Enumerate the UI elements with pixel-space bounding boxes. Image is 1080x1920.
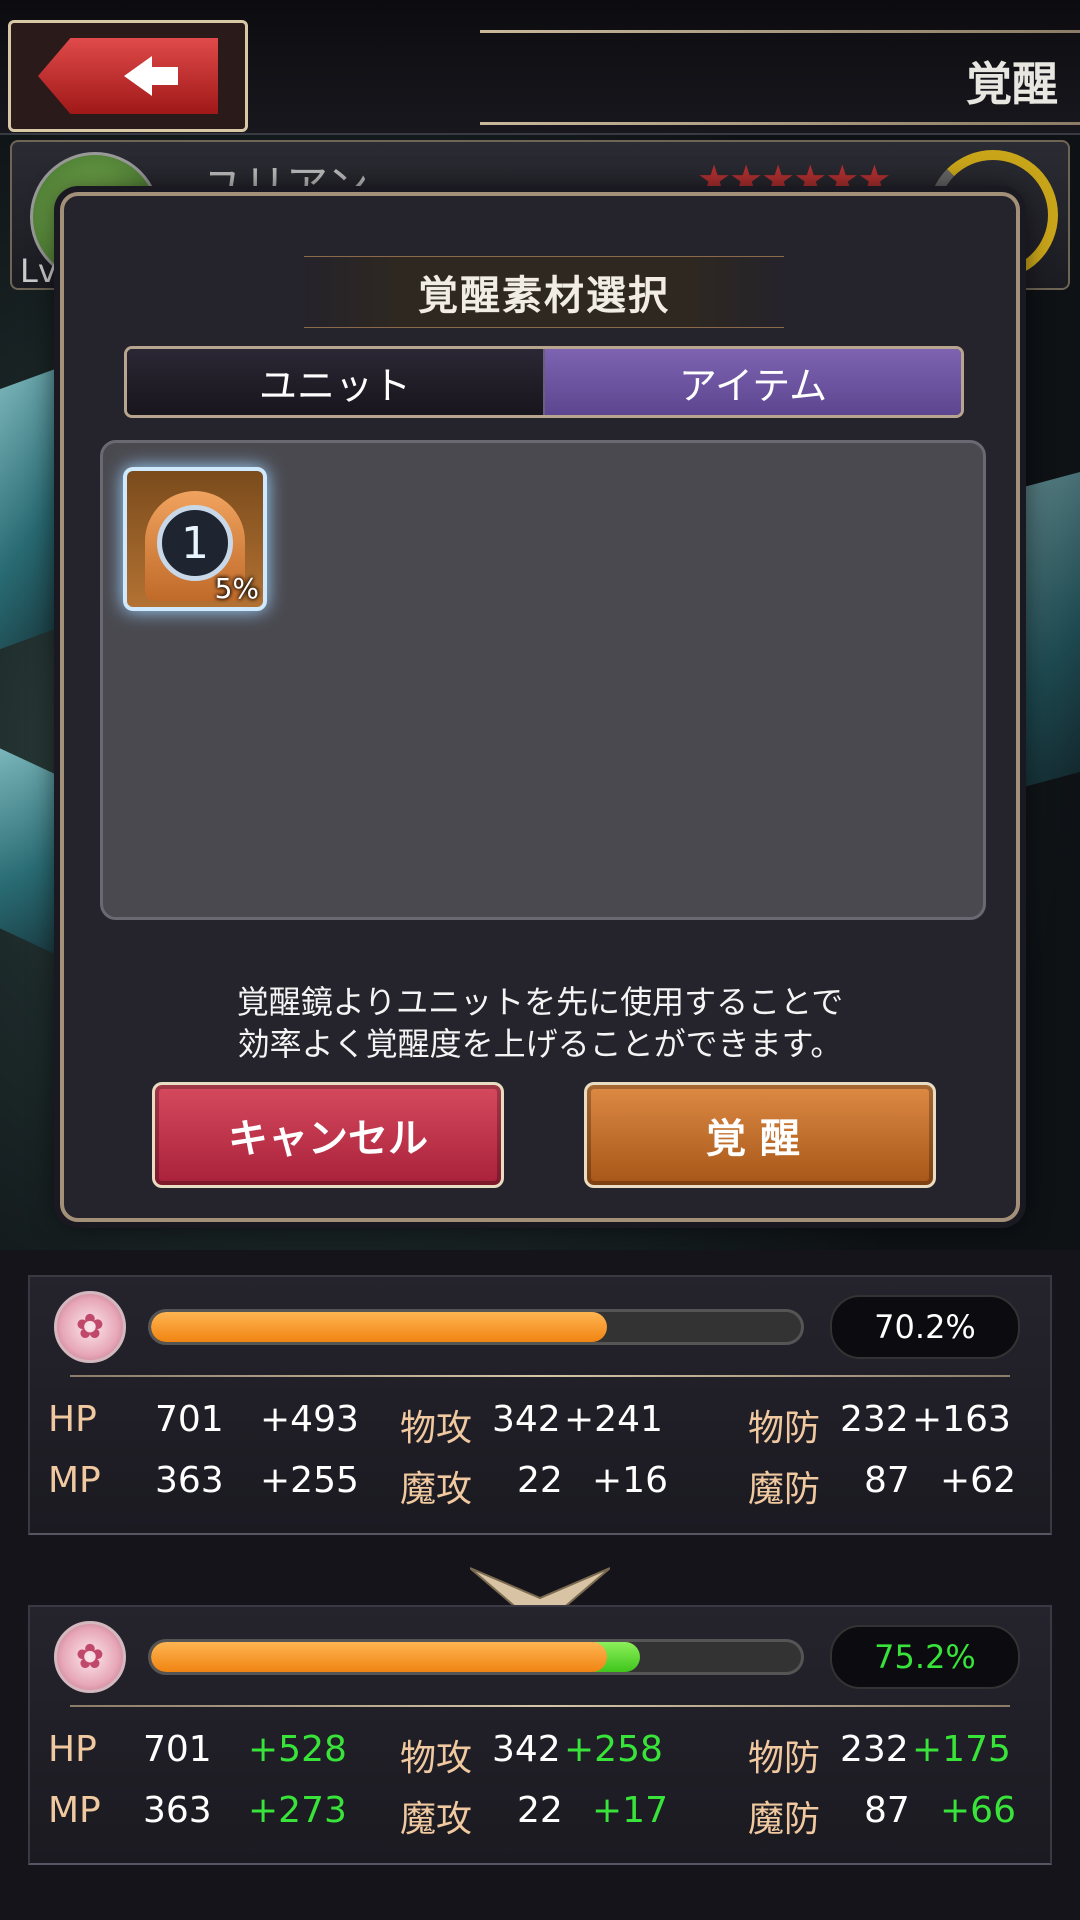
tab-unit[interactable]: ユニット bbox=[127, 349, 545, 415]
stat-label-pdef: 物防 bbox=[748, 1738, 821, 1779]
back-button[interactable] bbox=[8, 20, 248, 132]
item-slot-awakening-mirror[interactable]: 1 5% bbox=[123, 467, 267, 611]
stat-bonus-mdef: +66 bbox=[940, 1790, 1016, 1831]
stat-value-pdef: 232 bbox=[840, 1399, 909, 1440]
stat-label-pdef: 物防 bbox=[748, 1408, 821, 1449]
stat-row-2: MP 363 +255 魔攻 22 +16 魔防 87 +62 bbox=[30, 1460, 1050, 1510]
sakura-emblem-icon: ✿ bbox=[54, 1291, 126, 1363]
stat-value-mdef: 87 bbox=[864, 1460, 910, 1501]
stat-value-hp: 701 bbox=[155, 1399, 224, 1440]
crystal-decoration bbox=[1020, 471, 1080, 789]
gauge-fill bbox=[151, 1312, 608, 1342]
material-select-dialog: 覚醒素材選択 ユニット アイテム 1 5% 覚醒鏡よりユニットを先に使用すること… bbox=[60, 192, 1020, 1222]
stat-label-mdef: 魔防 bbox=[748, 1469, 821, 1510]
stat-label-matk: 魔攻 bbox=[400, 1469, 473, 1510]
stat-bonus-matk: +16 bbox=[592, 1460, 668, 1501]
stat-label-hp: HP bbox=[48, 1729, 97, 1770]
awakening-percent-after: 75.2% bbox=[830, 1625, 1020, 1689]
cancel-button[interactable]: キャンセル bbox=[152, 1082, 504, 1188]
stat-row-1: HP 701 +493 物攻 342 +241 物防 232 +163 bbox=[30, 1399, 1050, 1449]
header-ornament-line bbox=[480, 122, 1080, 125]
stat-bonus-mdef: +62 bbox=[940, 1460, 1016, 1501]
stat-bonus-patk: +241 bbox=[564, 1399, 663, 1440]
stat-value-matk: 22 bbox=[517, 1460, 563, 1501]
notice-line-1: 覚醒鏡よりユニットを先に使用することで bbox=[236, 983, 844, 1021]
header-bar: 覚醒 bbox=[0, 0, 1080, 135]
stat-bonus-patk: +258 bbox=[564, 1729, 663, 1770]
dialog-title: 覚醒素材選択 bbox=[418, 273, 670, 319]
stat-label-patk: 物攻 bbox=[400, 1738, 473, 1779]
stat-value-hp: 701 bbox=[143, 1729, 212, 1770]
stat-bonus-hp: +493 bbox=[260, 1399, 359, 1440]
stat-label-mp: MP bbox=[48, 1790, 101, 1831]
crystal-decoration bbox=[0, 743, 60, 957]
stat-value-mdef: 87 bbox=[864, 1790, 910, 1831]
notice-text: 覚醒鏡よりユニットを先に使用することで 効率よく覚醒度を上げることができます。 bbox=[64, 981, 1016, 1065]
stats-panel-current: ✿ 70.2% HP 701 +493 物攻 342 +241 物防 232 +… bbox=[28, 1275, 1052, 1535]
stat-label-patk: 物攻 bbox=[400, 1408, 473, 1449]
stat-label-hp: HP bbox=[48, 1399, 97, 1440]
stats-panel-after: ✿ 75.2% HP 701 +528 物攻 342 +258 物防 232 +… bbox=[28, 1605, 1052, 1865]
item-grid: 1 5% bbox=[100, 440, 986, 920]
stat-bonus-mp: +255 bbox=[260, 1460, 359, 1501]
stat-bonus-hp: +528 bbox=[248, 1729, 347, 1770]
back-button-plate bbox=[38, 38, 218, 114]
stat-bonus-mp: +273 bbox=[248, 1790, 347, 1831]
stat-value-pdef: 232 bbox=[840, 1729, 909, 1770]
header-ornament-line bbox=[480, 30, 1080, 33]
unit-level-label: Lv bbox=[20, 252, 57, 290]
stat-label-mdef: 魔防 bbox=[748, 1799, 821, 1840]
stat-value-patk: 342 bbox=[492, 1399, 561, 1440]
stat-row-1: HP 701 +528 物攻 342 +258 物防 232 +175 bbox=[30, 1729, 1050, 1779]
awakening-gauge-current bbox=[148, 1309, 804, 1345]
stat-label-matk: 魔攻 bbox=[400, 1799, 473, 1840]
stat-bonus-pdef: +163 bbox=[912, 1399, 1011, 1440]
stat-row-2: MP 363 +273 魔攻 22 +17 魔防 87 +66 bbox=[30, 1790, 1050, 1840]
awakening-percent-current: 70.2% bbox=[830, 1295, 1020, 1359]
sakura-emblem-icon: ✿ bbox=[54, 1621, 126, 1693]
divider bbox=[70, 1705, 1010, 1707]
stat-value-mp: 363 bbox=[155, 1460, 224, 1501]
item-rate-label: 5% bbox=[214, 572, 259, 605]
page-title: 覚醒 bbox=[966, 57, 1058, 111]
item-count-badge: 1 bbox=[157, 505, 233, 581]
stat-bonus-matk: +17 bbox=[592, 1790, 668, 1831]
awakening-gauge-after bbox=[148, 1639, 804, 1675]
dialog-title-bar: 覚醒素材選択 bbox=[304, 256, 784, 328]
gauge-fill bbox=[151, 1642, 608, 1672]
stat-value-matk: 22 bbox=[517, 1790, 563, 1831]
divider bbox=[70, 1375, 1010, 1377]
stat-value-patk: 342 bbox=[492, 1729, 561, 1770]
stat-bonus-pdef: +175 bbox=[912, 1729, 1011, 1770]
stat-value-mp: 363 bbox=[143, 1790, 212, 1831]
notice-line-2: 効率よく覚醒度を上げることができます。 bbox=[237, 1025, 843, 1063]
tab-item[interactable]: アイテム bbox=[545, 349, 961, 415]
arrow-left-icon bbox=[124, 56, 178, 96]
awaken-button[interactable]: 覚醒 bbox=[584, 1082, 936, 1188]
stat-label-mp: MP bbox=[48, 1460, 101, 1501]
material-tabs: ユニット アイテム bbox=[124, 346, 964, 418]
